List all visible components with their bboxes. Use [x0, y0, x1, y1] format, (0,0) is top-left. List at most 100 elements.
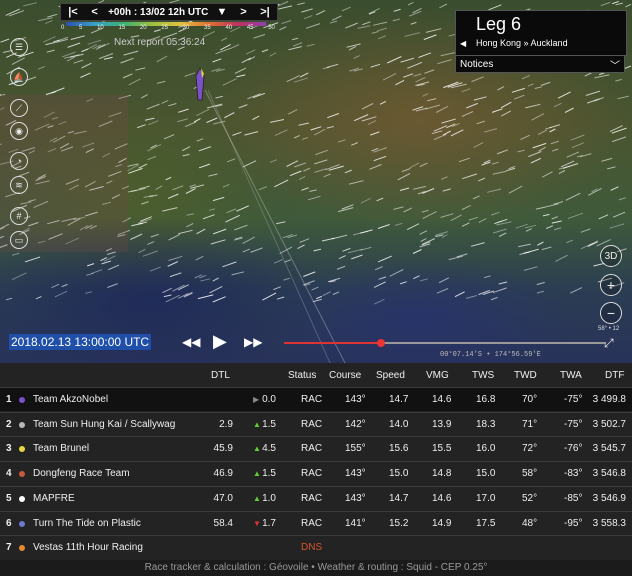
- twd-value: 52°: [522, 492, 538, 504]
- tws-value: 15.0: [476, 468, 496, 480]
- vmg-value: 13.9: [432, 418, 452, 430]
- team-name: Vestas 11th Hour Racing: [33, 542, 143, 554]
- scale-tick: 25: [161, 25, 168, 31]
- team-color-dot: [19, 495, 25, 502]
- dtl-value: 45.9: [213, 443, 233, 455]
- team-name: Turn The Tide on Plastic: [33, 517, 141, 529]
- team-name: Team AkzoNobel: [33, 394, 109, 405]
- leg-title: Leg 6: [476, 14, 522, 34]
- delta-value: 0.0: [262, 394, 276, 405]
- first-forecast-icon[interactable]: |<: [65, 6, 81, 18]
- zoom-in-icon[interactable]: +: [600, 274, 622, 296]
- forecast-time-label[interactable]: +00h : 13/02 12h UTC: [108, 7, 208, 18]
- course-value: 143°: [345, 492, 366, 504]
- course-value: 142°: [345, 418, 366, 430]
- table-row[interactable]: 7 Vestas 11th Hour Racing DNS: [0, 535, 632, 559]
- team-list-icon[interactable]: ☰: [10, 38, 28, 56]
- boat-icon[interactable]: ▭: [10, 231, 28, 249]
- playback-date: 2018.02.13 13:00:00 UTC: [9, 334, 152, 350]
- col-dtf[interactable]: DTF: [605, 370, 624, 381]
- last-forecast-icon[interactable]: >|: [257, 6, 273, 18]
- scale-tick: 45: [246, 25, 254, 31]
- twd-value: 48°: [522, 517, 538, 529]
- scale-tick: 50: [268, 25, 275, 31]
- wind-map[interactable]: |< < +00h : 13/02 12h UTC ▼ > >| 0 5 10 …: [0, 0, 632, 363]
- map-scale-readout: 58° • 12: [598, 326, 620, 332]
- prev-forecast-icon[interactable]: <: [87, 6, 103, 18]
- dtl-value: 2.9: [219, 418, 233, 430]
- scale-tick: 30: [182, 25, 190, 31]
- view-3d-button[interactable]: 3D: [600, 245, 622, 267]
- team-color-dot: [19, 421, 25, 428]
- timeline-progress: [284, 342, 381, 344]
- team-color-dot: [19, 397, 25, 403]
- twd-value: 72°: [522, 443, 538, 455]
- tws-value: 17.5: [476, 517, 496, 529]
- zoom-boat-icon[interactable]: ◉: [10, 122, 28, 140]
- zoom-out-icon[interactable]: −: [600, 302, 622, 324]
- dtf-value: 3 546.8: [592, 468, 626, 480]
- next-report-countdown: Next report 05:36:24: [114, 37, 206, 48]
- col-vmg[interactable]: VMG: [426, 370, 449, 381]
- col-tws[interactable]: TWS: [472, 370, 494, 381]
- course-value: 141°: [345, 517, 366, 529]
- table-row[interactable]: ▲ 2 Team Sun Hung Kai / Scallywag 2.9 1.5 RAC…: [0, 411, 632, 436]
- scale-tick: 10: [97, 25, 104, 31]
- timeline-handle[interactable]: [376, 339, 385, 347]
- col-twa[interactable]: TWA: [560, 370, 582, 381]
- status-value: RAC: [301, 517, 323, 529]
- prev-leg-icon[interactable]: ◀: [460, 39, 466, 48]
- playback-timeline[interactable]: [284, 339, 606, 347]
- status-value: RAC: [301, 492, 323, 504]
- dropdown-triangle-icon[interactable]: ▼: [214, 6, 230, 18]
- speed-value: 14.7: [389, 492, 409, 504]
- rank-number: 6: [6, 517, 12, 529]
- course-value: 143°: [345, 468, 366, 480]
- table-row[interactable]: ▶ 1 Team AkzoNobel 0.0 RAC 143° 14.7 14.6 16.8 70…: [0, 387, 632, 411]
- route-icon[interactable]: ⟋: [10, 99, 28, 117]
- speed-value: 15.2: [389, 517, 409, 529]
- delta-value: 1.5: [262, 418, 276, 430]
- ghost-boat-icon[interactable]: ⛵: [10, 68, 28, 86]
- status-value: DNS: [301, 542, 323, 554]
- table-row[interactable]: ▲ 5 MAPFRE 47.0 1.0 RAC 143° 14.7 14.6 17.0 52° -85…: [0, 485, 632, 510]
- fast-forward-icon[interactable]: ▶▶: [244, 335, 262, 349]
- vmg-value: 14.6: [432, 492, 452, 504]
- forecast-time-bar: |< < +00h : 13/02 12h UTC ▼ > >|: [60, 3, 278, 21]
- leg-route: Hong Kong » Auckland: [476, 38, 568, 48]
- wind-layer-icon[interactable]: ≋: [10, 176, 28, 194]
- tws-value: 16.8: [476, 394, 496, 405]
- rewind-icon[interactable]: ◀◀: [182, 335, 200, 349]
- grid-icon[interactable]: #: [10, 207, 28, 225]
- table-row[interactable]: ▼ 6 Turn The Tide on Plastic 58.4 1.7 RAC 141°…: [0, 510, 632, 535]
- next-forecast-icon[interactable]: >: [235, 6, 251, 18]
- wind-gauge-icon[interactable]: ◔: [10, 152, 28, 170]
- play-icon[interactable]: ▶: [213, 331, 227, 352]
- col-status[interactable]: Status: [288, 370, 316, 381]
- scale-tick: 0: [61, 25, 65, 31]
- scale-tick: 35: [204, 25, 211, 31]
- dtf-value: 3 502.7: [592, 418, 626, 430]
- dtf-value: 3 546.9: [592, 492, 626, 504]
- team-name: MAPFRE: [33, 492, 75, 504]
- course-value: 143°: [345, 394, 366, 405]
- status-value: RAC: [301, 418, 323, 430]
- rank-number: 1: [6, 394, 12, 405]
- rank-number: 4: [6, 468, 12, 480]
- col-dtl[interactable]: DTL: [211, 370, 230, 381]
- table-row[interactable]: ▲ 4 Dongfeng Race Team 46.9 1.5 RAC 143° 15.0 14…: [0, 461, 632, 485]
- col-twd[interactable]: TWD: [514, 370, 537, 381]
- cursor-coordinates: 00°07.14'S • 174°56.59'E: [440, 351, 541, 359]
- scale-tick: 40: [225, 25, 233, 31]
- col-speed[interactable]: Speed: [376, 370, 405, 381]
- notices-dropdown[interactable]: Notices ﹀: [455, 55, 625, 73]
- twd-value: 71°: [522, 418, 538, 430]
- col-course[interactable]: Course: [329, 370, 361, 381]
- vmg-value: 15.5: [432, 443, 452, 455]
- status-value: RAC: [301, 443, 323, 455]
- vmg-value: 14.8: [432, 468, 452, 480]
- dtl-value: 47.0: [213, 492, 233, 504]
- vmg-value: 14.6: [432, 394, 452, 405]
- table-row[interactable]: ▲ 3 Team Brunel 45.9 4.5 RAC 155° 15.6 15.5 16.0 7…: [0, 436, 632, 460]
- scale-tick: 15: [118, 25, 126, 31]
